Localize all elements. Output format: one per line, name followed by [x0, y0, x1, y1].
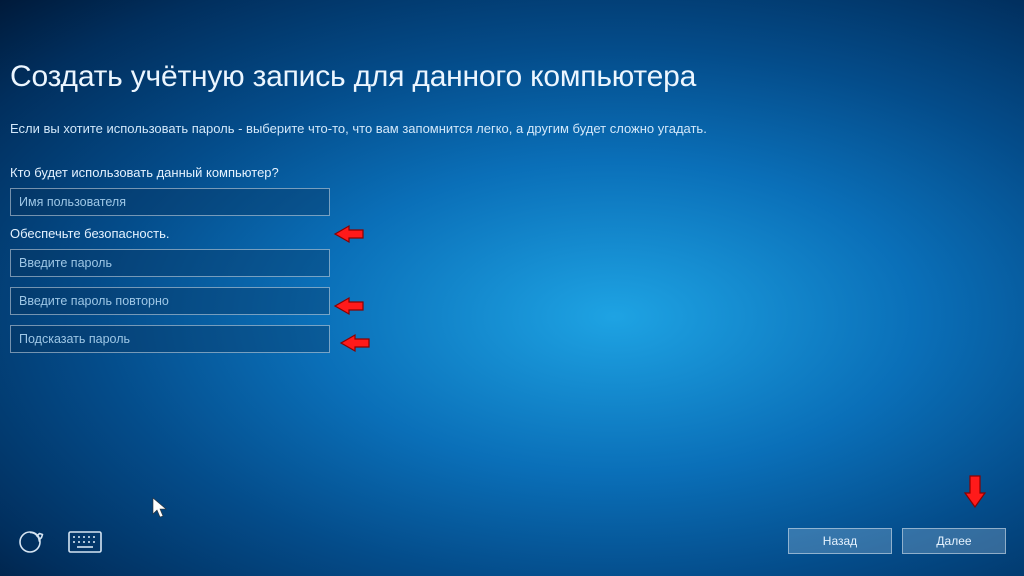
username-placeholder: Имя пользователя [19, 195, 126, 209]
back-button[interactable]: Назад [788, 528, 892, 554]
button-bar: Назад Далее [788, 528, 1006, 554]
keyboard-icon[interactable] [68, 531, 102, 553]
section-user-label: Кто будет использовать данный компьютер? [10, 165, 1024, 180]
password-placeholder: Введите пароль [19, 256, 112, 270]
password-confirm-input[interactable]: Введите пароль повторно [10, 287, 330, 315]
password-hint-input[interactable]: Подсказать пароль [10, 325, 330, 353]
ease-of-access-icon[interactable] [16, 528, 44, 556]
system-icons [16, 528, 102, 556]
password-input[interactable]: Введите пароль [10, 249, 330, 277]
username-input[interactable]: Имя пользователя [10, 188, 330, 216]
section-security-label: Обеспечьте безопасность. [10, 226, 1024, 241]
page-subtitle: Если вы хотите использовать пароль - выб… [10, 120, 750, 139]
password-hint-placeholder: Подсказать пароль [19, 332, 130, 346]
password-confirm-placeholder: Введите пароль повторно [19, 294, 169, 308]
page-title: Создать учётную запись для данного компь… [10, 60, 1024, 94]
next-button[interactable]: Далее [902, 528, 1006, 554]
